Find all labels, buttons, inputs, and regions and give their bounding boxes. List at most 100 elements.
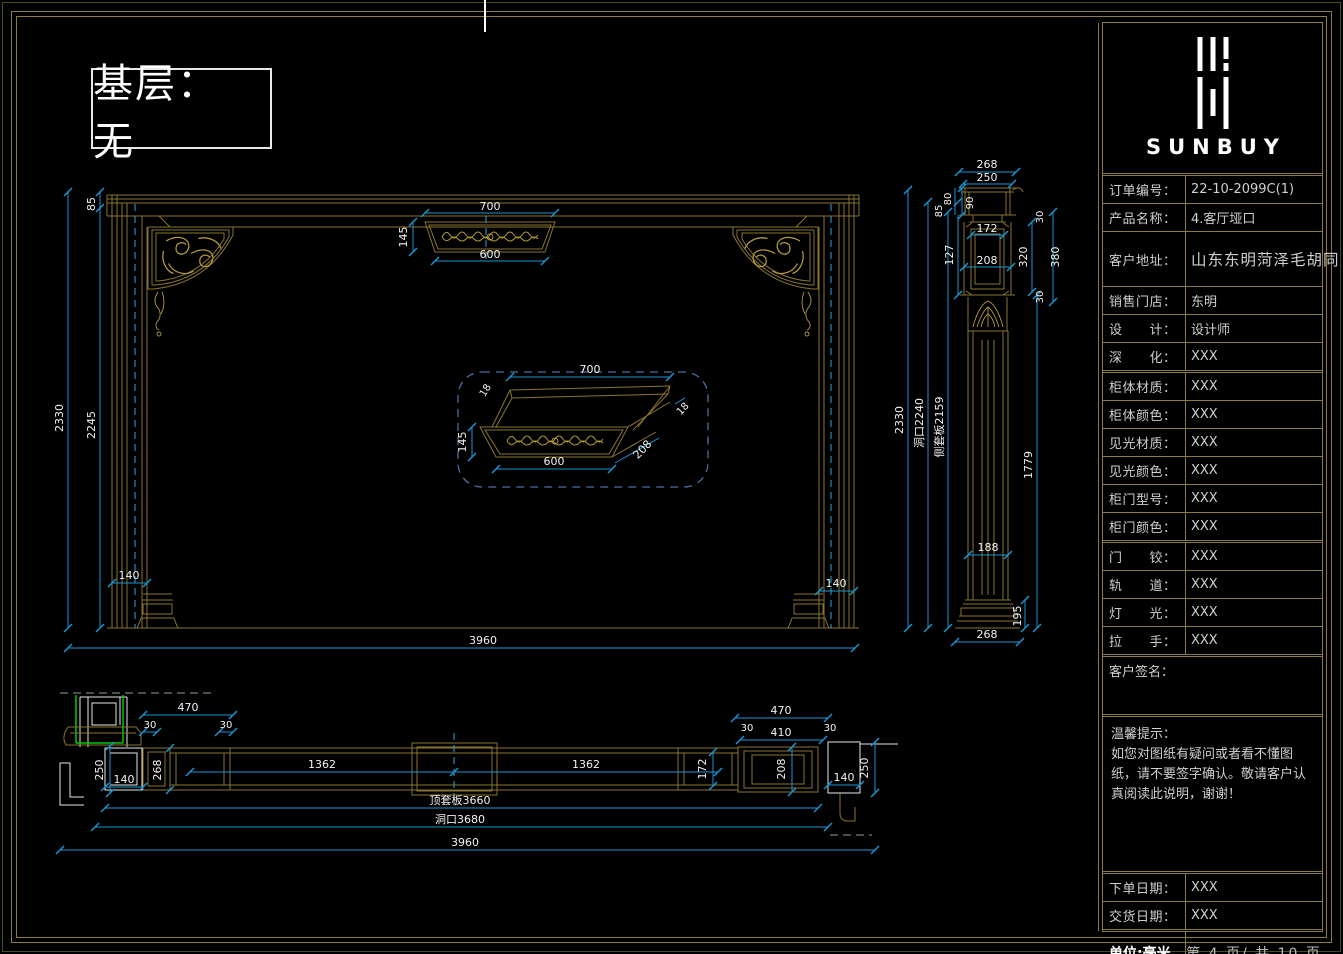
dim-label: 208	[631, 438, 655, 462]
dim-label: 30	[1035, 211, 1046, 224]
dim-label: 顶套板3660	[430, 793, 491, 807]
row-label: 交货日期：	[1103, 902, 1186, 929]
dim-label: 30	[824, 723, 837, 734]
dim-label: 188	[978, 541, 999, 554]
row-value: XXX	[1186, 633, 1218, 648]
unit-label: 单位:毫米	[1103, 932, 1186, 954]
dim-label: 380	[1049, 247, 1062, 268]
dim-label: 洞口2240	[913, 398, 926, 448]
dim-label: 3960	[469, 634, 497, 647]
dim-label: 470	[178, 701, 199, 714]
dim-label: 410	[771, 726, 792, 739]
row-value: XXX	[1186, 549, 1218, 564]
dim-label: 30	[144, 720, 157, 731]
table-row: 交货日期： XXX	[1103, 901, 1322, 929]
row-label: 柜门颜色：	[1103, 513, 1186, 540]
row-label: 见光材质：	[1103, 429, 1186, 456]
table-row: 门 铰： XXX	[1103, 540, 1322, 570]
row-value: XXX	[1186, 577, 1218, 592]
row-label: 下单日期：	[1103, 874, 1186, 901]
row-label: 灯 光：	[1103, 599, 1186, 626]
dim-label: 2330	[55, 404, 66, 432]
elevation-view: 700 18 145 600 208 18 85 2330 2	[55, 180, 875, 665]
dim-label: 208	[775, 759, 788, 780]
notice-body: 如您对图纸有疑问或者看不懂图纸，请不要签字确认。敬请客户认真阅读此说明，谢谢！	[1111, 745, 1314, 805]
row-value: 山东东明菏泽毛胡同	[1186, 248, 1340, 270]
row-value: XXX	[1186, 491, 1218, 506]
dim-label: 268	[977, 158, 998, 171]
row-value: 东明	[1186, 291, 1217, 310]
table-row: 下单日期： XXX	[1103, 871, 1322, 901]
row-label: 门 铰：	[1103, 543, 1186, 570]
table-row: 深 化： XXX	[1103, 342, 1322, 370]
elevation-dimensions	[64, 188, 859, 652]
row-value: XXX	[1186, 519, 1218, 534]
dim-label: 250	[858, 758, 871, 779]
dim-label: 250	[977, 171, 998, 184]
dim-label: 600	[544, 455, 565, 468]
dim-label: 470	[771, 704, 792, 717]
table-row: 柜体材质： XXX	[1103, 370, 1322, 400]
dim-label: 90	[965, 197, 976, 210]
dim-label: 250	[93, 760, 106, 781]
title-block: SUNBUY 订单编号： 22-10-2099C(1) 产品名称： 4.客厅垭口…	[1102, 22, 1323, 932]
brand-name: SUNBUY	[1103, 135, 1322, 159]
row-value: XXX	[1186, 349, 1218, 364]
dim-label: 80	[943, 193, 954, 206]
row-label: 客户地址：	[1103, 232, 1186, 286]
row-value: XXX	[1186, 605, 1218, 620]
row-value: XXX	[1186, 435, 1218, 450]
row-value: 4.客厅垭口	[1186, 208, 1255, 227]
dim-label: 600	[480, 248, 501, 261]
dim-label: 172	[696, 759, 709, 780]
row-value: XXX	[1186, 908, 1218, 923]
plan-wall-left	[60, 697, 127, 805]
row-label: 见光颜色：	[1103, 457, 1186, 484]
column-dimensions	[904, 168, 1057, 646]
dim-label: 145	[456, 432, 469, 453]
row-label: 设 计：	[1103, 315, 1186, 342]
row-value: XXX	[1186, 407, 1218, 422]
table-row: 柜门型号： XXX	[1103, 484, 1322, 512]
table-row: 客户地址： 山东东明菏泽毛胡同	[1103, 231, 1322, 286]
dim-label: 127	[943, 245, 956, 266]
base-layer-label: 基层： 无	[91, 68, 272, 149]
row-label: 轨 道：	[1103, 571, 1186, 598]
corner-bracket-left	[148, 227, 233, 336]
dim-label: 140	[834, 771, 855, 784]
dim-label: 18	[478, 382, 494, 399]
table-row: 销售门店： 东明	[1103, 286, 1322, 314]
dim-label: 洞口3680	[435, 813, 485, 826]
row-label: 销售门店：	[1103, 287, 1186, 314]
dim-label: 85	[85, 197, 98, 211]
dim-label: 18	[675, 401, 692, 418]
table-row: 轨 道： XXX	[1103, 570, 1322, 598]
footer-row: 单位:毫米 第 4 页/ 共 10 页	[1103, 929, 1322, 954]
dim-label: 1362	[308, 758, 336, 771]
logo-cell: SUNBUY	[1103, 23, 1322, 176]
signature-label: 客户签名：	[1109, 665, 1174, 680]
dim-label: 320	[1017, 247, 1030, 268]
table-row: 订单编号： 22-10-2099C(1)	[1103, 176, 1322, 203]
row-value: XXX	[1186, 463, 1218, 478]
row-label: 柜门型号：	[1103, 485, 1186, 512]
table-row: 柜体颜色： XXX	[1103, 400, 1322, 428]
top-center-mark	[484, 0, 486, 32]
dim-label: 172	[977, 222, 998, 235]
row-label: 柜体材质：	[1103, 373, 1186, 400]
dim-label: 1362	[572, 758, 600, 771]
dim-label: 140	[114, 773, 135, 786]
row-value: XXX	[1186, 880, 1218, 895]
dim-label: 268	[977, 628, 998, 641]
elevation-centerlines	[135, 204, 831, 628]
drawing-sheet: 基层： 无	[0, 0, 1343, 954]
row-label: 订单编号：	[1103, 176, 1186, 203]
customer-signature-cell[interactable]: 客户签名：	[1103, 654, 1322, 714]
notice-cell: 温馨提示： 如您对图纸有疑问或者看不懂图纸，请不要签字确认。敬请客户认真阅读此说…	[1103, 714, 1322, 871]
table-row: 拉 手： XXX	[1103, 626, 1322, 654]
table-row: 灯 光： XXX	[1103, 598, 1322, 626]
table-row: 见光颜色： XXX	[1103, 456, 1322, 484]
dim-label: 208	[977, 254, 998, 267]
row-label: 柜体颜色：	[1103, 401, 1186, 428]
row-value: 设计师	[1186, 319, 1230, 338]
